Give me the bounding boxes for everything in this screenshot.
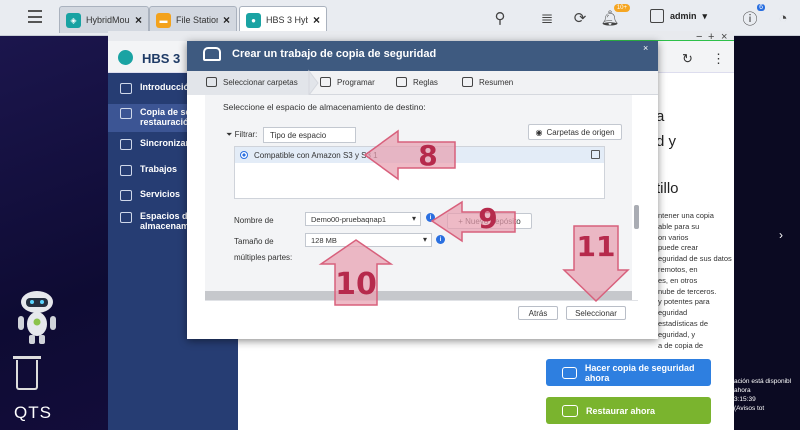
annotation-9: 9 xyxy=(478,201,498,235)
annotation-10: 10 xyxy=(335,266,377,302)
annotation-arrows xyxy=(318,129,630,306)
annotation-11: 11 xyxy=(576,229,616,263)
annotation-8: 8 xyxy=(418,138,438,172)
